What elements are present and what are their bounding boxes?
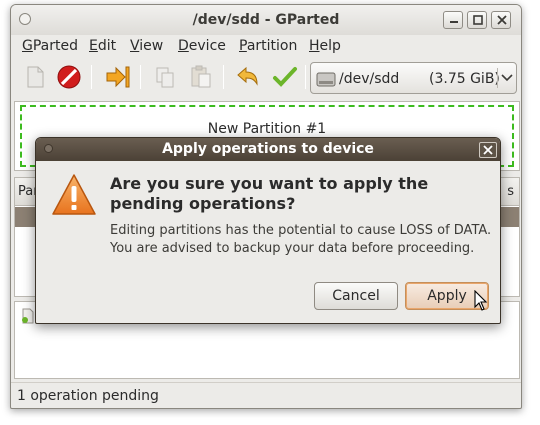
device-size: (3.75 GiB)	[429, 71, 500, 87]
cancel-button-label: Cancel	[332, 288, 380, 304]
close-button[interactable]	[491, 11, 511, 29]
minimize-icon	[450, 21, 458, 23]
minimize-button[interactable]	[443, 11, 463, 29]
resize-move-icon	[106, 66, 130, 88]
resize-move-button[interactable]	[104, 63, 132, 91]
dialog-heading: Are you sure you want to apply the pendi…	[110, 174, 429, 213]
dialog-message: Editing partitions has the potential to …	[110, 223, 492, 256]
menu-gparted[interactable]: GParted	[22, 38, 78, 54]
new-partition-button[interactable]	[21, 63, 49, 91]
menu-edit[interactable]: Edit	[89, 38, 116, 54]
close-icon	[483, 145, 493, 155]
maximize-icon	[473, 15, 483, 25]
menu-bar: GParted Edit View Device Partition Help	[11, 35, 521, 59]
warning-icon	[52, 174, 96, 215]
new-operation-icon	[22, 308, 34, 324]
undo-icon	[237, 66, 258, 86]
dialog-title: Apply operations to device	[162, 141, 374, 157]
close-icon	[497, 15, 507, 25]
undo-button[interactable]	[234, 63, 262, 91]
harddisk-icon	[316, 72, 336, 87]
apply-button-label: Apply	[427, 288, 467, 304]
new-icon	[27, 66, 44, 88]
menu-gparted-label: Parted	[32, 38, 78, 54]
apply-icon	[273, 67, 297, 87]
column-header-flags[interactable]: s	[507, 184, 514, 199]
paste-icon	[191, 65, 211, 88]
cancel-button[interactable]: Cancel	[314, 282, 398, 310]
delete-partition-button[interactable]	[55, 63, 83, 91]
apply-all-button[interactable]	[271, 63, 299, 91]
dialog-close-button[interactable]	[479, 142, 497, 158]
dialog-title-bar[interactable]: Apply operations to device	[36, 138, 500, 161]
delete-icon	[57, 65, 81, 89]
partition-label: New Partition #1	[207, 121, 327, 137]
copy-icon	[156, 67, 174, 88]
status-text: 1 operation pending	[17, 388, 159, 404]
menu-device[interactable]: Device	[178, 38, 226, 54]
device-selector[interactable]: /dev/sdd (3.75 GiB)	[310, 62, 517, 94]
mouse-pointer-icon	[474, 290, 488, 311]
maximize-button[interactable]	[467, 11, 487, 29]
apply-operations-dialog: Apply operations to device Are you sure …	[35, 137, 501, 324]
status-bar: 1 operation pending	[11, 382, 521, 408]
device-name: /dev/sdd	[339, 71, 400, 87]
paste-button[interactable]	[187, 63, 215, 91]
menu-view[interactable]: View	[130, 38, 163, 54]
menu-help[interactable]: Help	[309, 38, 341, 54]
menu-partition[interactable]: Partition	[239, 38, 297, 54]
copy-button[interactable]	[151, 63, 179, 91]
title-bar[interactable]: /dev/sdd - GParted	[11, 5, 521, 35]
chevron-down-icon	[501, 74, 513, 82]
